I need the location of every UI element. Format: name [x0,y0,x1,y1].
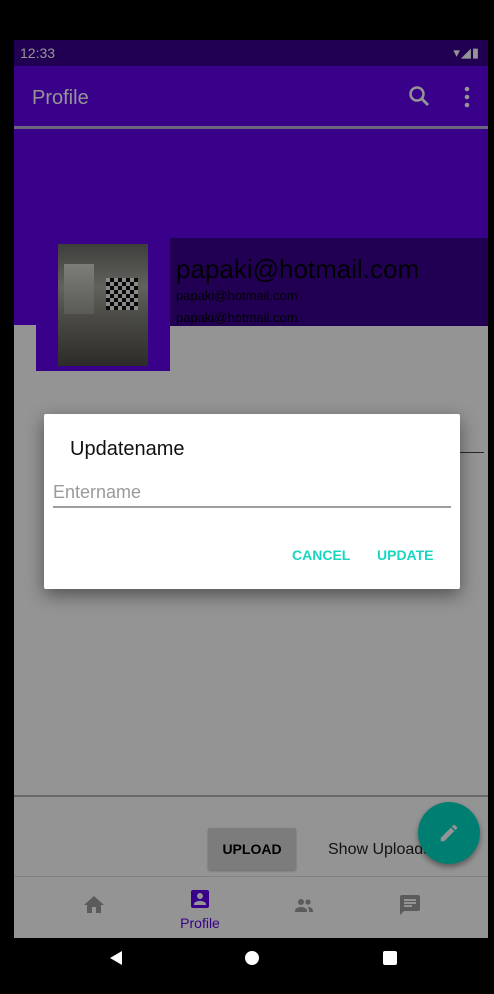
recents-icon[interactable] [383,951,397,965]
update-button[interactable]: UPDATE [377,547,434,563]
home-button-icon[interactable] [245,951,259,965]
cancel-button[interactable]: CANCEL [292,547,350,563]
device-screen: 12:33 ▾◢▮ Profile papaki@hotmail.com pap… [14,40,488,978]
name-input[interactable] [53,478,451,508]
back-icon[interactable] [108,950,124,966]
update-name-dialog: Updatename CANCEL UPDATE [44,414,460,589]
system-navigation-bar [14,938,488,978]
dialog-title: Updatename [70,438,185,460]
